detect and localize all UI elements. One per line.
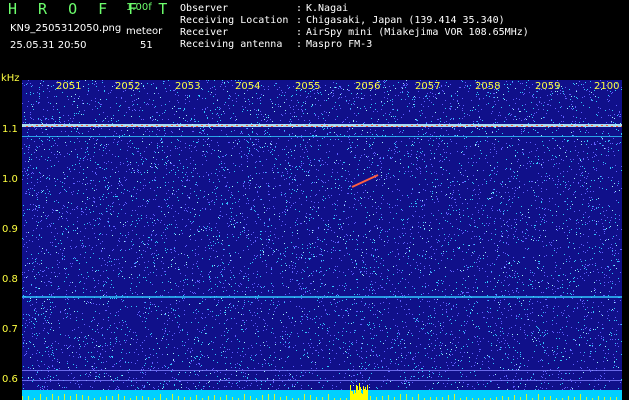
observer-value: K.Nagai xyxy=(306,3,349,14)
x-tick-label: 2052 xyxy=(115,81,141,92)
receiver-value: AirSpy mini (Miakejima VOR 108.65MHz) xyxy=(306,27,529,38)
carrier-sideband xyxy=(22,136,622,137)
reference-line xyxy=(22,380,622,381)
meteor-count: 51 xyxy=(140,40,153,51)
y-axis-unit: kHz xyxy=(1,73,20,84)
observation-datetime: 25.05.31 20:50 xyxy=(10,40,87,51)
app-version: 1.00f xyxy=(126,2,152,13)
hrofft-window: H R O F F T 1.00f KN9_2505312050.png met… xyxy=(0,0,629,400)
x-tick-label: 2058 xyxy=(475,81,501,92)
x-tick-label: 2100 xyxy=(594,81,620,92)
meteor-echo xyxy=(351,174,379,188)
observer-label: Observer xyxy=(180,3,229,14)
x-tick-label: 2056 xyxy=(355,81,381,92)
antenna-label: Receiving antenna xyxy=(180,39,283,50)
image-filename: KN9_2505312050.png xyxy=(10,23,122,34)
x-tick-label: 2054 xyxy=(235,81,261,92)
y-tick-label: 0.9 xyxy=(2,224,18,235)
location-label: Receiving Location xyxy=(180,15,289,26)
observation-mode: meteor xyxy=(126,26,163,37)
y-tick-label: 0.7 xyxy=(2,324,18,335)
info-separator: : xyxy=(296,15,303,26)
y-tick-label: 1.0 xyxy=(2,174,18,185)
x-tick-label: 2057 xyxy=(415,81,441,92)
interference-line xyxy=(22,296,622,298)
info-separator: : xyxy=(296,39,303,50)
spectrogram xyxy=(22,80,622,400)
info-separator: : xyxy=(296,27,303,38)
x-tick-label: 2053 xyxy=(175,81,201,92)
x-tick-label: 2059 xyxy=(535,81,561,92)
x-tick-label: 2051 xyxy=(56,81,82,92)
info-separator: : xyxy=(296,3,303,14)
spectrogram-canvas xyxy=(22,80,622,400)
location-value: Chigasaki, Japan (139.414 35.340) xyxy=(306,15,505,26)
reference-line xyxy=(22,370,622,371)
noise-layer xyxy=(22,80,622,400)
x-tick-label: 2055 xyxy=(295,81,321,92)
antenna-value: Maspro FM-3 xyxy=(306,39,373,50)
y-tick-label: 0.6 xyxy=(2,374,18,385)
receiver-label: Receiver xyxy=(180,27,229,38)
y-tick-label: 1.1 xyxy=(2,124,18,135)
y-tick-label: 0.8 xyxy=(2,274,18,285)
